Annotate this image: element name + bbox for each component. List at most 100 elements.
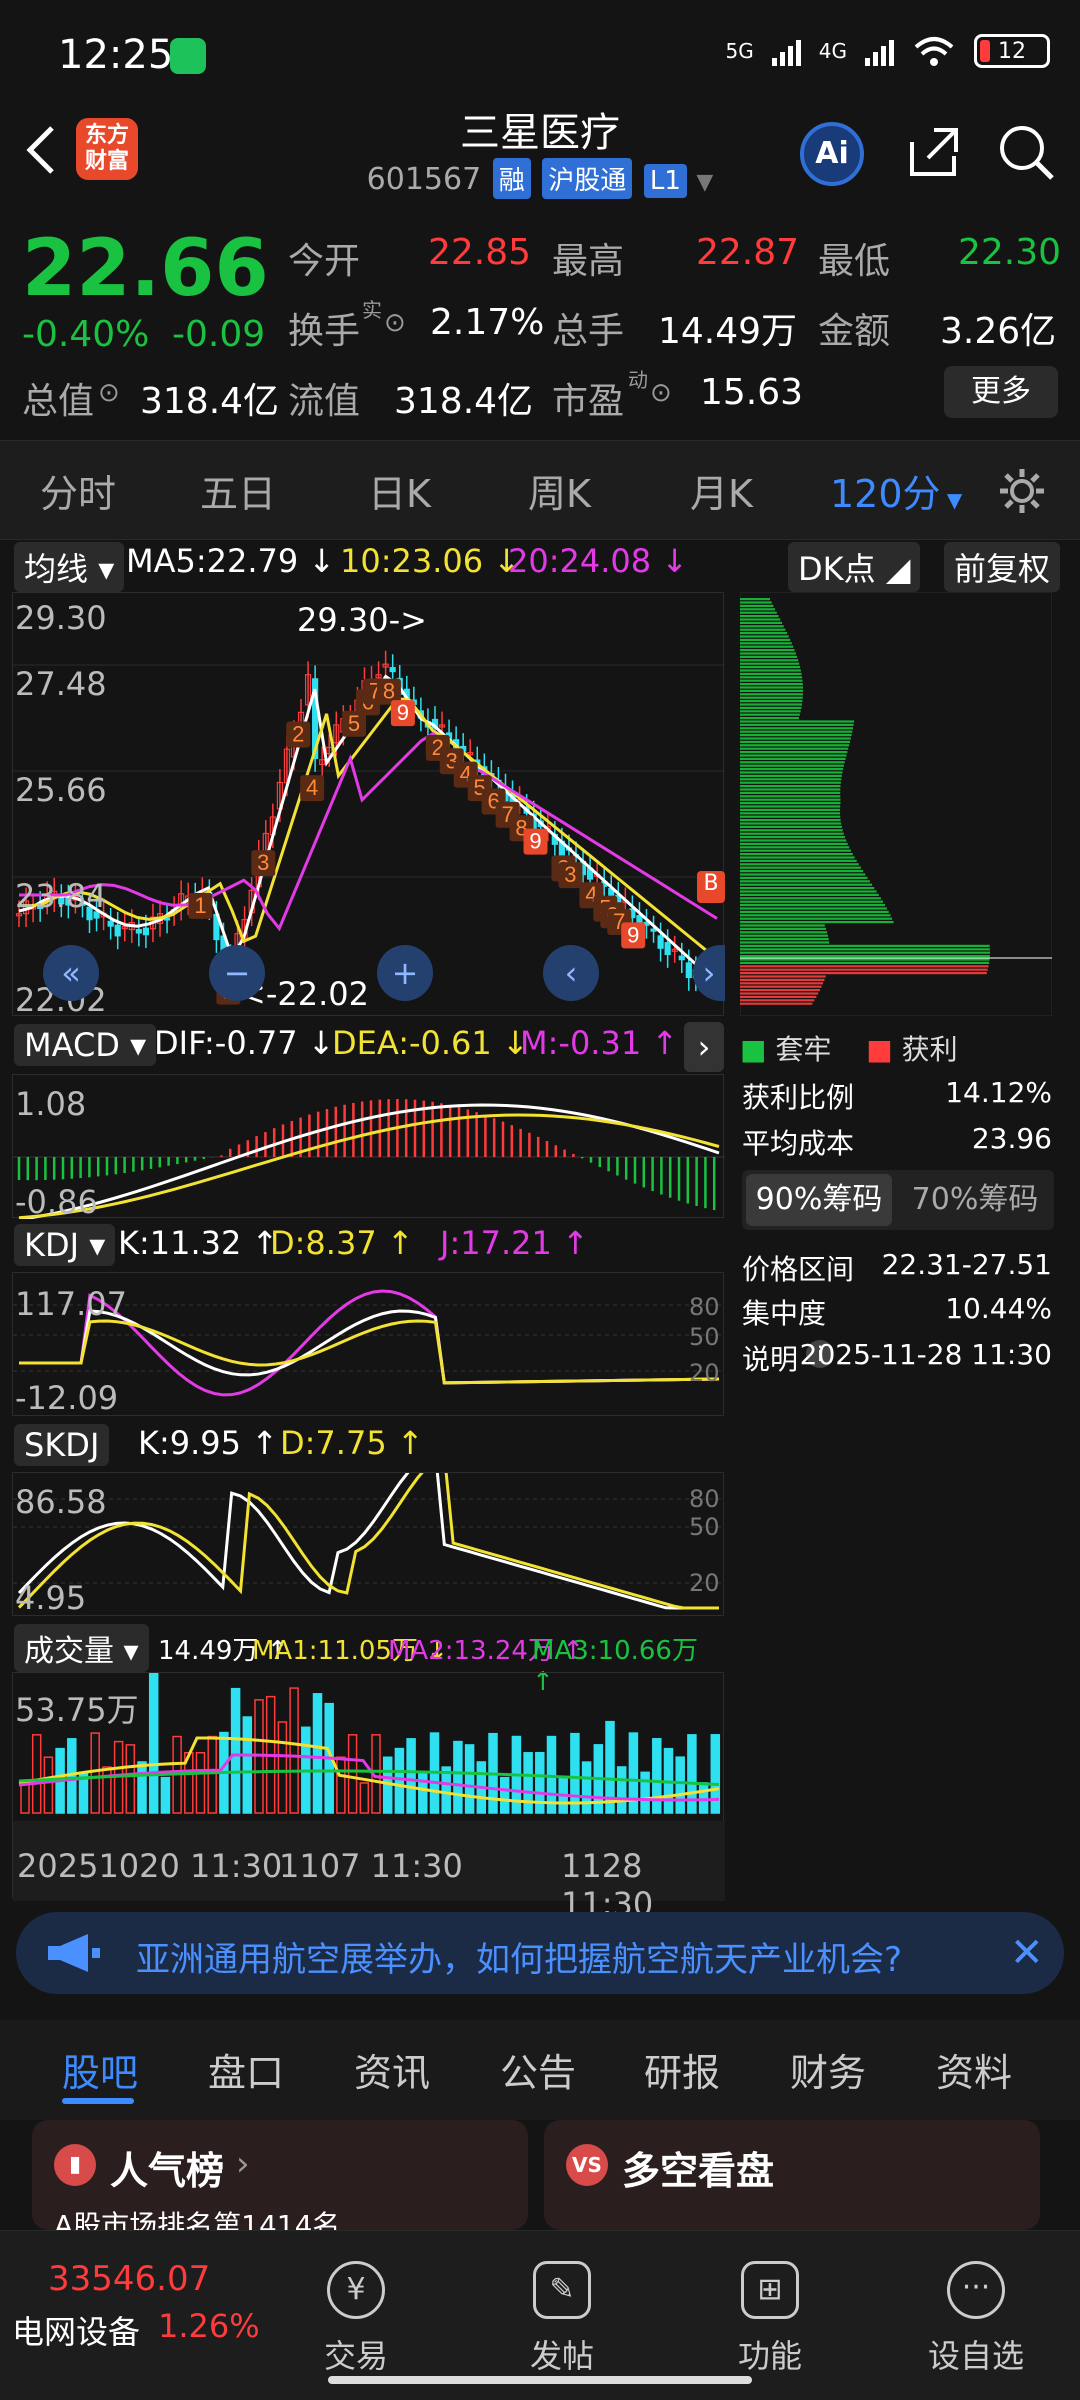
- td-marker-label: 4: [306, 775, 318, 800]
- pe-info-icon[interactable]: ⊙: [650, 378, 672, 408]
- tab-chip-90[interactable]: 90%筹码: [746, 1174, 892, 1226]
- chip-bar: [740, 808, 841, 811]
- tab-weekly-k[interactable]: 周K: [528, 463, 591, 518]
- chip-bar: [740, 601, 772, 604]
- more-button[interactable]: 更多: [944, 366, 1058, 418]
- dk-point-button[interactable]: DK点 ◢: [788, 542, 921, 592]
- macd-chart[interactable]: 1.08 -0.86: [12, 1074, 725, 1221]
- chip-bar: [740, 873, 866, 876]
- chip-bar: [740, 638, 791, 641]
- chip-bar: [740, 788, 841, 791]
- range-value: 22.31-27.51: [881, 1248, 1052, 1281]
- post-button[interactable]: ✎ 发帖: [492, 2261, 632, 2377]
- news-banner[interactable]: 亚洲通用航空展举办，如何把握航空航天产业机会? ✕: [16, 1912, 1064, 1994]
- bottom-bar: 33546.07 电网设备 1.26% ¥ 交易 ✎ 发帖 ⊞ 功能 ··· 设自选: [0, 2230, 1080, 2400]
- scroll-left-icon[interactable]: ‹: [543, 945, 599, 1001]
- add-watchlist-button[interactable]: ··· 设自选: [906, 2261, 1046, 2377]
- zoom-out-icon[interactable]: −: [209, 945, 265, 1001]
- tab-120min[interactable]: 120分 ▼: [830, 463, 962, 518]
- index-value[interactable]: 33546.07: [48, 2259, 210, 2299]
- turnover-info-icon[interactable]: ⊙: [384, 308, 406, 338]
- tab-orderbook[interactable]: 盘口: [208, 2042, 284, 2097]
- tag-margin: 融: [492, 158, 531, 199]
- turnover-sup: 实: [362, 298, 382, 322]
- chip-bar: [740, 734, 852, 737]
- ma-selector[interactable]: 均线 ▾: [14, 542, 125, 592]
- skdj-plot: [13, 1473, 725, 1610]
- kdj-selector[interactable]: KDJ ▾: [14, 1224, 116, 1266]
- chip-bar: [740, 999, 815, 1002]
- tag-level: L1: [643, 164, 687, 198]
- skdj-y-top: 86.58: [15, 1483, 107, 1521]
- chip-bar: [740, 649, 795, 652]
- tab-financials[interactable]: 财务: [790, 2042, 866, 2097]
- volume-chart[interactable]: 53.75万 20251020 11:30 1107 11:30 1128 11…: [12, 1672, 725, 1923]
- chip-bar: [740, 958, 990, 961]
- search-icon[interactable]: [996, 122, 1056, 182]
- chip-bar: [740, 669, 801, 672]
- functions-button[interactable]: ⊞ 功能: [700, 2261, 840, 2377]
- tab-research[interactable]: 研报: [644, 2042, 720, 2097]
- skdj-legend: SKDJ K:9.95 ↑ D:7.75 ↑: [14, 1424, 724, 1468]
- high-note: 29.30->: [297, 601, 427, 639]
- info-icon[interactable]: ⊙: [98, 378, 120, 408]
- kdj-k: K:11.32 ↑: [118, 1224, 279, 1262]
- chip-bar: [740, 1002, 813, 1005]
- chip-bar: [740, 635, 789, 638]
- tab-news[interactable]: 资讯: [354, 2042, 430, 2097]
- volume-y-top: 53.75万: [15, 1691, 139, 1729]
- tab-forum[interactable]: 股吧: [62, 2042, 138, 2097]
- candle-body: [650, 928, 657, 932]
- chip-bar: [740, 853, 853, 856]
- chip-bar: [740, 774, 842, 777]
- chip-bar: [740, 659, 799, 662]
- chip-distribution-plot[interactable]: [740, 592, 1052, 1016]
- kdj-chart[interactable]: 117.07 -12.09 80 50 20: [12, 1272, 725, 1417]
- chip-bar: [740, 921, 894, 924]
- popularity-card[interactable]: ▮ 人气榜 › A股市场排名第1414名: [32, 2120, 528, 2230]
- kline-chart[interactable]: 2456789131234567892345679 29.30 27.48 25…: [12, 592, 725, 1019]
- trade-button[interactable]: ¥ 交易: [286, 2261, 426, 2377]
- tab-intraday[interactable]: 分时: [40, 463, 116, 518]
- x-axis-start: 20251020 11:30: [17, 1847, 283, 1885]
- skdj-selector[interactable]: SKDJ: [14, 1424, 110, 1466]
- gear-icon[interactable]: [996, 465, 1048, 517]
- volume-bar: [148, 1673, 159, 1814]
- tab-chip-70[interactable]: 70%筹码: [900, 1174, 1050, 1226]
- chip-bar: [740, 859, 857, 862]
- tab-five-day[interactable]: 五日: [200, 463, 276, 518]
- volume-bar: [336, 1756, 346, 1814]
- skdj-chart[interactable]: 86.58 4.95 80 50 20: [12, 1472, 725, 1617]
- scroll-left-fast-icon[interactable]: «: [43, 945, 99, 1001]
- volume-label: 总手: [552, 311, 625, 352]
- stock-header: 东方财富 三星医疗 601567 融 沪股通 L1 ▼ Ai: [0, 100, 1080, 210]
- pe-value: 15.63: [700, 372, 804, 413]
- chip-bar: [740, 757, 846, 760]
- zoom-in-icon[interactable]: +: [377, 945, 433, 1001]
- volume-bar: [675, 1756, 685, 1814]
- bull-bear-card[interactable]: VS 多空看盘: [544, 2120, 1040, 2230]
- tab-daily-k[interactable]: 日K: [368, 463, 431, 518]
- share-icon[interactable]: [904, 122, 964, 182]
- index-name[interactable]: 电网设备: [12, 2307, 140, 2353]
- macd-selector[interactable]: MACD ▾: [14, 1024, 157, 1066]
- tab-announcements[interactable]: 公告: [500, 2042, 576, 2097]
- volume-bar: [195, 1751, 206, 1814]
- chip-bar: [740, 625, 784, 628]
- concentration-label: 集中度: [742, 1297, 827, 1330]
- volume-bar: [464, 1744, 475, 1814]
- close-icon[interactable]: ✕: [1010, 1930, 1044, 1976]
- adjust-button[interactable]: 前复权: [944, 542, 1061, 592]
- chip-bar: [740, 924, 825, 927]
- kdj-d-line: [19, 1319, 720, 1385]
- tab-monthly-k[interactable]: 月K: [690, 463, 753, 518]
- ai-button[interactable]: Ai: [800, 122, 864, 186]
- chip-bar: [740, 907, 887, 910]
- skdj-y-bottom: 4.95: [15, 1579, 87, 1617]
- volume-selector[interactable]: 成交量 ▾: [14, 1624, 149, 1672]
- range-label: 价格区间: [742, 1253, 855, 1286]
- candle-body: [657, 935, 664, 949]
- expand-indicator-icon[interactable]: ›: [684, 1022, 724, 1072]
- chip-bar: [740, 927, 827, 930]
- tab-profile[interactable]: 资料: [936, 2042, 1012, 2097]
